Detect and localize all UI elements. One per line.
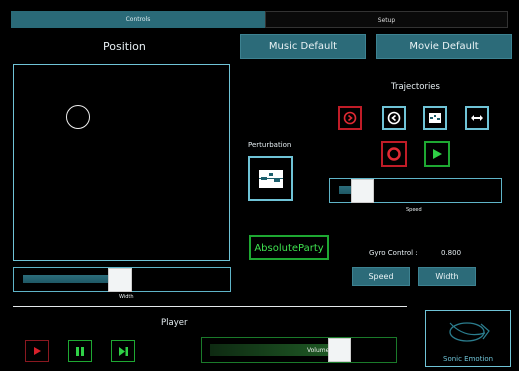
trajectory-circle-button[interactable] <box>338 106 362 130</box>
position-title: Position <box>103 40 146 53</box>
trajectories-title: Trajectories <box>391 82 440 92</box>
speed-label: Speed <box>406 207 422 213</box>
sonic-emotion-logo-icon <box>449 322 490 342</box>
volume-slider[interactable]: Volume <box>201 337 397 363</box>
speed-slider[interactable] <box>329 178 502 203</box>
gyro-speed-button[interactable]: Speed <box>352 267 410 286</box>
absolute-party-button[interactable]: AbsoluteParty <box>249 235 329 260</box>
player-title: Player <box>161 318 188 328</box>
back-arrow-icon <box>387 111 401 125</box>
trajectory-play-button[interactable] <box>424 141 450 167</box>
source-position-marker[interactable] <box>66 105 90 129</box>
left-right-arrow-icon <box>471 115 483 121</box>
trajectory-leftright-button[interactable] <box>465 106 489 130</box>
movie-default-button[interactable]: Movie Default <box>376 34 512 59</box>
perturbation-button[interactable] <box>248 156 293 201</box>
circle-arrow-icon <box>343 111 357 125</box>
sonic-emotion-label: Sonic Emotion <box>443 355 494 363</box>
tab-controls[interactable]: Controls <box>11 11 265 28</box>
player-next-button[interactable] <box>111 340 135 362</box>
trajectory-stop-button[interactable] <box>381 141 407 167</box>
width-slider-fill <box>23 275 112 283</box>
player-play-button[interactable] <box>25 340 49 362</box>
width-label: Width <box>119 294 134 300</box>
volume-label: Volume <box>307 347 330 354</box>
play-icon <box>33 347 41 355</box>
gyro-width-button[interactable]: Width <box>418 267 476 286</box>
perturbation-label: Perturbation <box>248 141 292 149</box>
music-default-button[interactable]: Music Default <box>240 34 366 59</box>
tab-setup[interactable]: Setup <box>265 11 508 28</box>
pause-icon <box>76 346 84 356</box>
speed-slider-thumb[interactable] <box>351 179 374 203</box>
trajectory-pattern-button[interactable] <box>423 106 447 130</box>
perturbation-icon <box>258 169 283 188</box>
position-pad[interactable] <box>13 64 230 261</box>
sonic-emotion-logo-box[interactable]: Sonic Emotion <box>425 310 511 367</box>
volume-slider-thumb[interactable] <box>328 338 351 362</box>
gyro-control-value: 0.800 <box>441 249 462 257</box>
player-pause-button[interactable] <box>68 340 92 362</box>
pattern-icon <box>429 113 441 123</box>
gyro-control-label: Gyro Control : <box>369 249 418 257</box>
player-divider <box>13 306 407 307</box>
width-slider-thumb[interactable] <box>108 268 132 292</box>
width-slider[interactable] <box>13 267 231 292</box>
trajectory-back-button[interactable] <box>382 106 406 130</box>
play-icon <box>433 149 442 159</box>
stop-icon <box>387 147 401 161</box>
skip-next-icon <box>118 346 128 356</box>
